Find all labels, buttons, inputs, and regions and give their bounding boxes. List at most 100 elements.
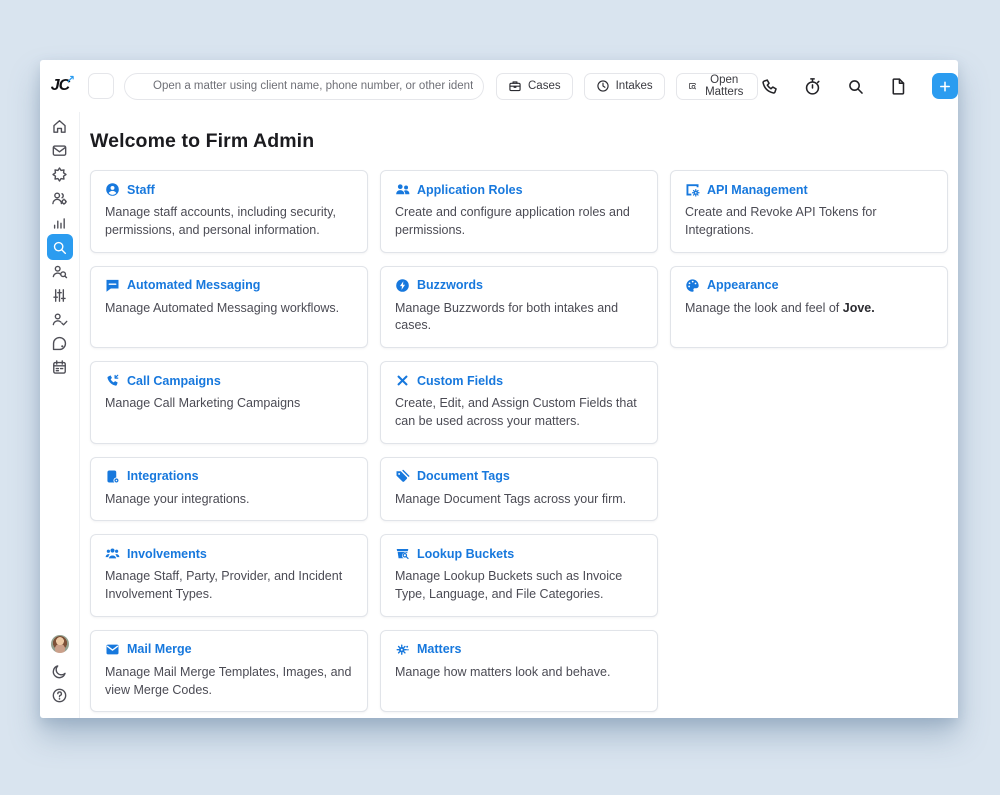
card-description-text: Manage Staff, Party, Provider, and Incid… <box>105 569 342 601</box>
nav-button-label: Open Matters <box>702 74 746 98</box>
page-title: Welcome to Firm Admin <box>90 130 948 153</box>
card-title: Integrations <box>127 469 199 483</box>
card-header: Staff <box>105 182 353 197</box>
sidebar-item-analytics[interactable] <box>47 210 73 235</box>
document-tags-icon <box>395 469 410 484</box>
card-description: Manage the look and feel of Jove. <box>685 300 933 318</box>
card-description: Create and configure application roles a… <box>395 204 643 240</box>
card-lookup-buckets[interactable]: Lookup BucketsManage Lookup Buckets such… <box>380 534 658 617</box>
support-icon <box>51 335 68 352</box>
staff-icon <box>105 182 120 197</box>
app-window: JC↗ Cases Intakes Open Matters Welcome to … <box>40 60 958 718</box>
card-header: API Management <box>685 182 933 197</box>
sidebar-item-search[interactable] <box>47 234 73 260</box>
nav-button-label: Intakes <box>616 80 653 92</box>
card-header: Call Campaigns <box>105 373 353 388</box>
card-description-text: Manage Document Tags across your firm. <box>395 492 626 506</box>
integrations-icon <box>105 469 120 484</box>
topbar-phone-button[interactable] <box>758 75 780 97</box>
appearance-icon <box>685 278 700 293</box>
topbar-file-button[interactable] <box>887 75 909 97</box>
matters-icon <box>395 642 410 657</box>
card-description: Manage your integrations. <box>105 491 353 509</box>
timer-icon <box>803 77 822 96</box>
card-description-text: Manage Automated Messaging workflows. <box>105 301 339 315</box>
sliders-icon <box>51 287 68 304</box>
card-involvements[interactable]: InvolvementsManage Staff, Party, Provide… <box>90 534 368 617</box>
users-gear-icon <box>51 190 68 207</box>
sidebar-item-home[interactable] <box>47 114 73 139</box>
card-staff[interactable]: Staff Manage staff accounts, including se… <box>90 170 368 253</box>
card-description-text: Manage how matters look and behave. <box>395 665 610 679</box>
body-row: Welcome to Firm Admin Staff Manage staff … <box>40 112 958 718</box>
card-application-roles[interactable]: Application Roles Create and configure ap… <box>380 170 658 253</box>
card-description-text: Create and configure application roles a… <box>395 205 630 237</box>
card-buzzwords[interactable]: Buzzwords Manage Buzzwords for both intak… <box>380 266 658 349</box>
sidebar-item-user-check[interactable] <box>47 307 73 332</box>
card-header: Custom Fields <box>395 373 643 388</box>
add-new-button[interactable] <box>932 73 958 99</box>
card-header: Document Tags <box>395 469 643 484</box>
card-title: Buzzwords <box>417 278 483 292</box>
card-description-text: Manage Call Marketing Campaigns <box>105 396 300 410</box>
calendar-icon <box>51 359 68 376</box>
card-description-text: Manage your integrations. <box>105 492 250 506</box>
card-header: Mail Merge <box>105 642 353 657</box>
sidebar-moon-button[interactable] <box>47 659 73 684</box>
analytics-icon <box>51 214 68 231</box>
card-description-text: Create and Revoke API Tokens for Integra… <box>685 205 877 237</box>
nav-button-label: Cases <box>528 80 561 92</box>
sidebar-item-mail[interactable] <box>47 138 73 163</box>
card-api-management[interactable]: API Management Create and Revoke API Toke… <box>670 170 948 253</box>
jove-logo[interactable]: JC↗ <box>40 77 80 95</box>
card-description: Manage staff accounts, including securit… <box>105 204 353 240</box>
mail-merge-icon <box>105 642 120 657</box>
sidebar-item-user-search[interactable] <box>47 259 73 284</box>
nav-intakes-button[interactable]: Intakes <box>584 73 665 100</box>
card-header: Application Roles <box>395 182 643 197</box>
card-header: Buzzwords <box>395 278 643 293</box>
card-description: Manage Document Tags across your firm. <box>395 491 643 509</box>
card-document-tags[interactable]: Document Tags Manage Document Tags across… <box>380 457 658 522</box>
card-description-text: Manage staff accounts, including securit… <box>105 205 336 237</box>
api-management-icon <box>685 182 700 197</box>
sidebar-item-users-gear[interactable] <box>47 186 73 211</box>
card-description: Manage Staff, Party, Provider, and Incid… <box>105 568 353 604</box>
user-avatar[interactable] <box>51 635 69 653</box>
sidebar-help-button[interactable] <box>47 683 73 708</box>
card-custom-fields[interactable]: Custom FieldsCreate, Edit, and Assign Cu… <box>380 361 658 444</box>
card-description: Manage Mail Merge Templates, Images, and… <box>105 664 353 700</box>
sidebar <box>40 112 80 718</box>
sidebar-toggle-button[interactable] <box>88 73 114 99</box>
sidebar-item-star-badge[interactable] <box>47 162 73 187</box>
user-search-icon <box>51 263 68 280</box>
sidebar-item-calendar[interactable] <box>47 355 73 380</box>
custom-fields-icon <box>395 373 410 388</box>
topbar: JC↗ Cases Intakes Open Matters <box>40 60 958 112</box>
call-campaigns-icon <box>105 373 120 388</box>
search-icon <box>133 80 146 93</box>
clock-icon <box>596 79 610 93</box>
card-call-campaigns[interactable]: Call Campaigns Manage Call Marketing Camp… <box>90 361 368 444</box>
card-description: Manage Buzzwords for both intakes and ca… <box>395 300 643 336</box>
sidebar-item-support[interactable] <box>47 331 73 356</box>
search-icon <box>846 77 865 96</box>
sidebar-item-sliders[interactable] <box>47 283 73 308</box>
card-appearance[interactable]: AppearanceManage the look and feel of Jo… <box>670 266 948 349</box>
card-mail-merge[interactable]: Mail Merge Manage Mail Merge Templates, I… <box>90 630 368 713</box>
card-description-text: Manage the look and feel of <box>685 301 839 315</box>
card-title: Mail Merge <box>127 642 192 656</box>
phone-icon <box>760 77 779 96</box>
involvements-icon <box>105 546 120 561</box>
nav-cases-button[interactable]: Cases <box>496 73 573 100</box>
card-automated-messaging[interactable]: Automated MessagingManage Automated Mess… <box>90 266 368 349</box>
topbar-search-button[interactable] <box>844 75 866 97</box>
card-matters[interactable]: MattersManage how matters look and behav… <box>380 630 658 713</box>
mail-icon <box>51 142 68 159</box>
nav-open-matters-button[interactable]: Open Matters <box>676 73 758 100</box>
briefcase-icon <box>508 79 522 93</box>
matter-search-input[interactable] <box>124 73 484 100</box>
user-check-icon <box>51 311 68 328</box>
topbar-timer-button[interactable] <box>801 75 823 97</box>
card-integrations[interactable]: Integrations Manage your integrations. <box>90 457 368 522</box>
